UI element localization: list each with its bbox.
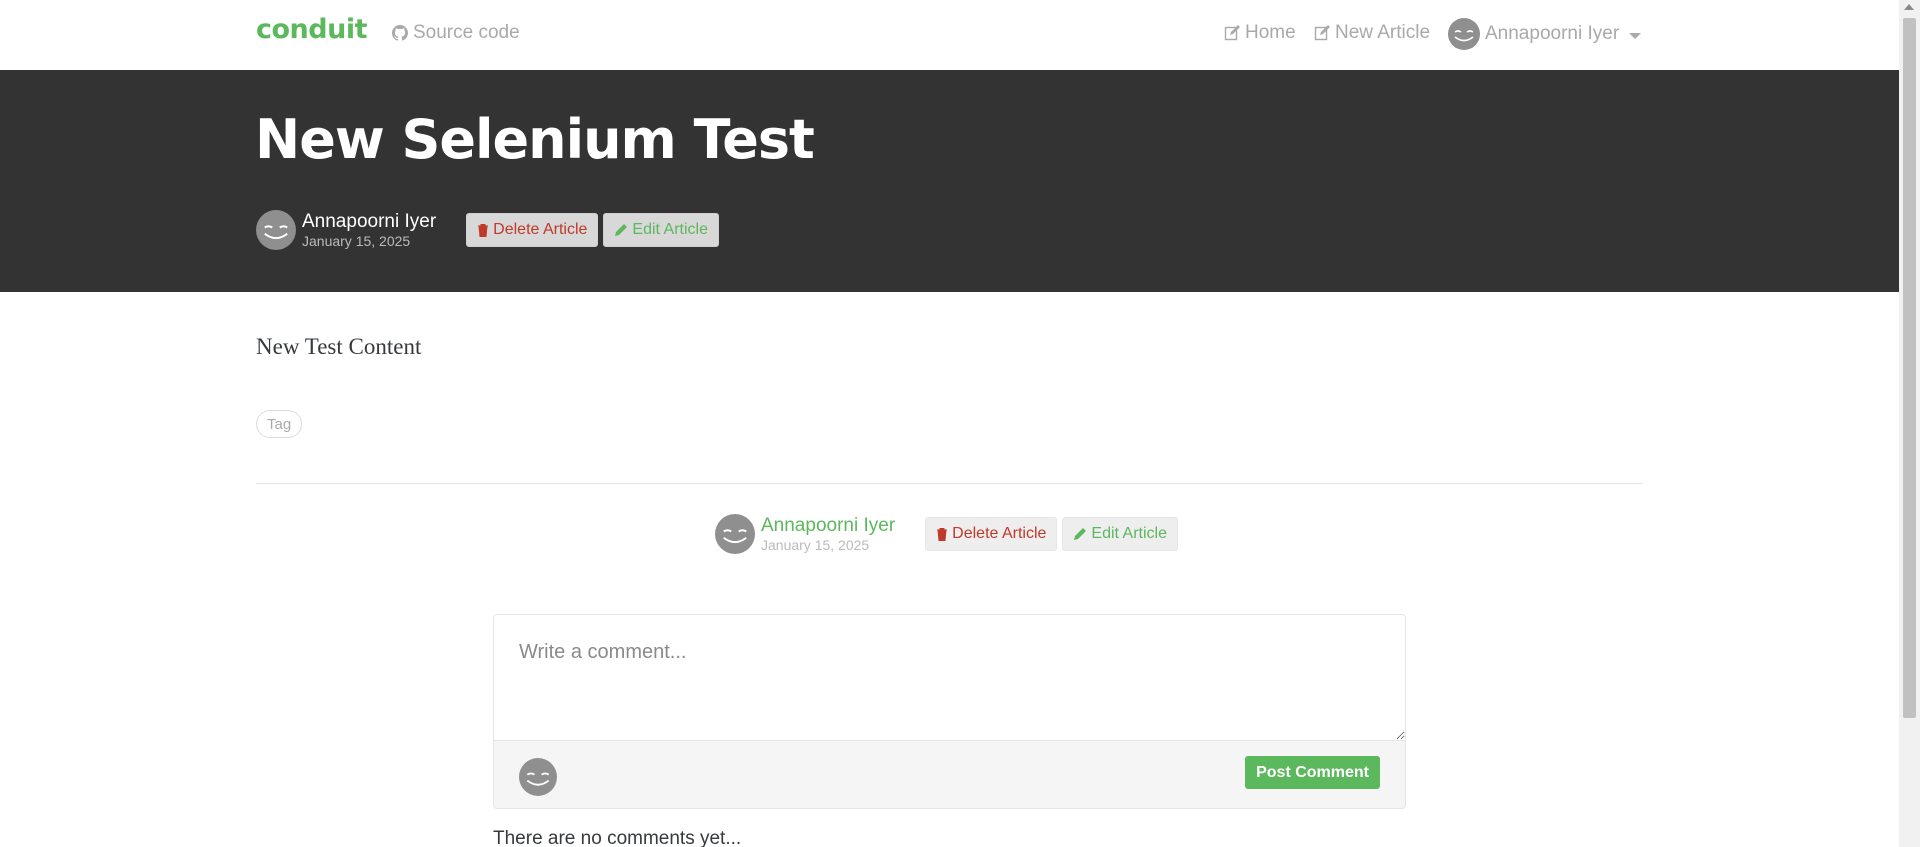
comment-input[interactable] (494, 615, 1405, 741)
nav-home-label: Home (1245, 22, 1296, 43)
comment-form-footer: Post Comment (494, 741, 1405, 808)
delete-article-button[interactable]: Delete Article (925, 517, 1058, 551)
divider (256, 483, 1643, 484)
scroll-up-arrow-icon[interactable] (1904, 4, 1914, 10)
edit-article-label: Edit Article (632, 221, 709, 238)
delete-article-label: Delete Article (952, 525, 1047, 542)
edit-icon (1224, 25, 1240, 41)
avatar-smiley-icon (519, 758, 557, 796)
article-content: New Test Content (256, 334, 422, 359)
pencil-icon (615, 224, 628, 236)
article-actions-buttons: Delete Article Edit Article (925, 517, 1179, 551)
edit-article-button[interactable]: Edit Article (603, 213, 720, 247)
nav-source-code-link[interactable]: Source code (392, 22, 520, 44)
nav-user-menu[interactable]: Annapoorni Iyer (1448, 18, 1642, 50)
avatar-smiley-icon (1448, 18, 1480, 50)
edit-article-button[interactable]: Edit Article (1062, 517, 1179, 551)
article-meta: Annapoorni Iyer January 15, 2025 Delete … (256, 210, 720, 250)
author-info: Annapoorni Iyer January 15, 2025 (761, 515, 895, 553)
navbar: conduit Source code Home New Article Ann… (0, 0, 1899, 70)
article-title: New Selenium Test (255, 108, 815, 171)
avatar-smiley-icon[interactable] (715, 514, 755, 554)
article-actions: Delete Article Edit Article (466, 213, 720, 247)
nav-new-article-link[interactable]: New Article (1314, 22, 1430, 44)
delete-article-label: Delete Article (493, 221, 588, 238)
nav-user-name: Annapoorni Iyer (1485, 23, 1620, 44)
author-info: Annapoorni Iyer January 15, 2025 (302, 211, 436, 249)
article-date: January 15, 2025 (761, 536, 870, 553)
nav-home-link[interactable]: Home (1224, 22, 1296, 44)
no-comments-message: There are no comments yet... (493, 828, 742, 847)
article-banner: New Selenium Test Annapoorni Iyer Januar… (0, 70, 1899, 292)
brand-logo[interactable]: conduit (256, 14, 368, 45)
pencil-icon (1074, 528, 1087, 540)
scrollbar-thumb[interactable] (1903, 18, 1916, 718)
comment-form: Post Comment (493, 614, 1406, 809)
edit-icon (1314, 25, 1330, 41)
trash-icon (937, 528, 948, 541)
nav-new-article-label: New Article (1335, 22, 1431, 43)
nav-source-code-label: Source code (413, 22, 520, 43)
article-meta-bottom: Annapoorni Iyer January 15, 2025 Delete … (715, 514, 1179, 554)
delete-article-button[interactable]: Delete Article (466, 213, 599, 247)
trash-icon (478, 224, 489, 237)
post-comment-button[interactable]: Post Comment (1245, 756, 1380, 789)
author-name[interactable]: Annapoorni Iyer (302, 211, 436, 233)
github-icon (392, 25, 408, 41)
avatar-smiley-icon[interactable] (256, 210, 296, 250)
tag-pill[interactable]: Tag (256, 410, 303, 438)
author-name[interactable]: Annapoorni Iyer (761, 515, 895, 537)
article-date: January 15, 2025 (302, 232, 411, 249)
page-scrollbar[interactable] (1899, 0, 1920, 847)
edit-article-label: Edit Article (1091, 525, 1168, 542)
caret-down-icon (1629, 32, 1642, 39)
